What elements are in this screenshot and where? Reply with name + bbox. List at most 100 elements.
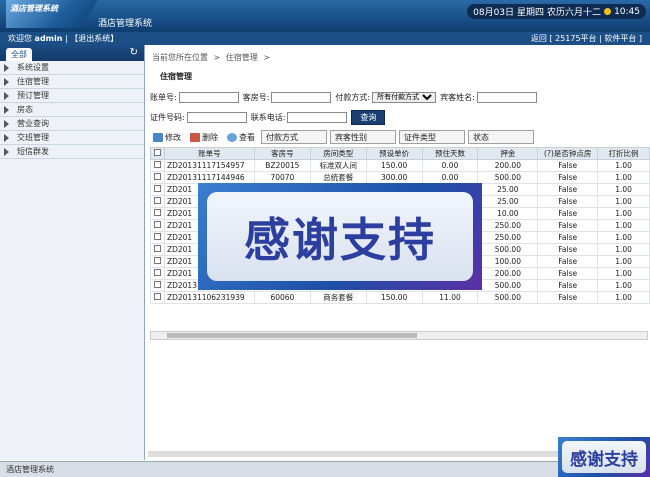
row-checkbox[interactable] xyxy=(153,281,161,288)
room-no-input[interactable] xyxy=(271,92,332,103)
filter-status[interactable]: 状态 xyxy=(468,130,534,144)
row-checkbox[interactable] xyxy=(153,293,161,300)
select-all-checkbox[interactable] xyxy=(153,149,161,156)
arrow-right-icon xyxy=(4,119,9,128)
guest-name-input[interactable] xyxy=(476,92,537,103)
clock: 08月03日 星期四 农历六月十二 10:45 xyxy=(467,4,646,19)
edit-button[interactable]: 修改 xyxy=(150,132,184,143)
delete-icon xyxy=(190,132,200,142)
table-row[interactable]: ZD20131117154957 BZ20015 标准双人间 150.00 0.00 20… xyxy=(150,159,650,172)
table-cell: 1.00 xyxy=(597,183,650,196)
col-room-no: 客房号 xyxy=(253,147,311,160)
welcome-text: 欢迎您 xyxy=(8,34,32,43)
table-cell: 250.00 xyxy=(477,219,539,232)
app-header: 酒店管理系统 酒店管理系统 08月03日 星期四 农历六月十二 10:45 xyxy=(0,0,650,32)
row-checkbox[interactable] xyxy=(153,269,161,276)
filter-payment[interactable]: 付款方式 xyxy=(261,130,327,144)
table-cell: 标准双人间 xyxy=(309,159,367,172)
table-cell: False xyxy=(537,255,599,268)
table-cell: 1.00 xyxy=(597,207,650,220)
row-checkbox-cell[interactable] xyxy=(150,291,165,304)
col-deposit: 押金 xyxy=(477,147,539,160)
col-price: 预设单价 xyxy=(365,147,423,160)
table-row[interactable]: ZD20131106231939 60060 商务套餐 150.00 11.00 500.… xyxy=(150,291,650,304)
table-cell: 1.00 xyxy=(597,159,650,172)
row-checkbox-cell[interactable] xyxy=(150,159,165,172)
table-cell: 60060 xyxy=(253,291,311,304)
table-cell: 100.00 xyxy=(477,255,539,268)
scrollbar-thumb[interactable] xyxy=(167,333,417,338)
table-cell: 25.00 xyxy=(477,195,539,208)
payment-select[interactable]: 所有付款方式 xyxy=(372,92,437,103)
table-cell: 1.00 xyxy=(597,231,650,244)
table-cell: 1.00 xyxy=(597,267,650,280)
row-checkbox-cell[interactable] xyxy=(150,231,165,244)
row-checkbox-cell[interactable] xyxy=(150,279,165,292)
sidebar-item-room-status[interactable]: 房态 xyxy=(0,103,144,117)
sidebar-item-system-settings[interactable]: 系统设置 xyxy=(0,61,144,75)
col-room-type: 房间类型 xyxy=(309,147,367,160)
col-select xyxy=(150,147,165,160)
sidebar-item-sms[interactable]: 短信群发 xyxy=(0,145,144,159)
row-checkbox[interactable] xyxy=(153,245,161,252)
logout-link[interactable]: 【退出系统】 xyxy=(70,33,118,44)
row-checkbox[interactable] xyxy=(153,185,161,192)
date: 08月03日 xyxy=(473,8,515,18)
sidebar-item-booking[interactable]: 预订管理 xyxy=(0,89,144,103)
query-button[interactable]: 查询 xyxy=(351,110,386,125)
row-checkbox[interactable] xyxy=(153,173,161,180)
filter-gender[interactable]: 宾客性别 xyxy=(330,130,396,144)
row-checkbox-cell[interactable] xyxy=(150,267,165,280)
table-cell: ZD20131117154957 xyxy=(163,159,255,172)
time: 10:45 xyxy=(614,6,640,17)
refresh-icon[interactable]: ↻ xyxy=(130,47,138,58)
row-checkbox[interactable] xyxy=(153,233,161,240)
row-checkbox-cell[interactable] xyxy=(150,183,165,196)
row-checkbox[interactable] xyxy=(153,209,161,216)
view-button[interactable]: 查看 xyxy=(224,132,258,143)
row-checkbox[interactable] xyxy=(153,221,161,228)
platform-links[interactable]: 返回 [ 25175平台 | 软件平台 ] xyxy=(531,33,642,44)
sidebar-item-lodging[interactable]: 住宿管理 xyxy=(0,75,144,89)
row-checkbox-cell[interactable] xyxy=(150,195,165,208)
arrow-right-icon xyxy=(4,91,9,100)
view-icon xyxy=(227,132,237,142)
row-checkbox-cell[interactable] xyxy=(150,243,165,256)
bill-no-input[interactable] xyxy=(178,92,239,103)
row-checkbox[interactable] xyxy=(153,197,161,204)
promo-banner: 感谢支持 xyxy=(198,183,482,290)
table-cell: False xyxy=(537,267,599,280)
sidebar-item-shift[interactable]: 交班管理 xyxy=(0,131,144,145)
row-checkbox-cell[interactable] xyxy=(150,171,165,184)
table-horizontal-scrollbar[interactable] xyxy=(150,331,648,340)
sidebar-item-business-query[interactable]: 营业查询 xyxy=(0,117,144,131)
table-row[interactable]: ZD20131117144946 70070 总统套餐 300.00 0.00 500.0… xyxy=(150,171,650,184)
row-checkbox-cell[interactable] xyxy=(150,207,165,220)
table-cell: 500.00 xyxy=(477,243,539,256)
col-days: 预住天数 xyxy=(421,147,479,160)
arrow-right-icon xyxy=(4,133,9,142)
table-cell: 1.00 xyxy=(597,171,650,184)
table-cell: False xyxy=(537,291,599,304)
row-checkbox-cell[interactable] xyxy=(150,219,165,232)
row-checkbox[interactable] xyxy=(153,257,161,264)
sidebar-tab-all[interactable]: 全部 xyxy=(6,48,32,61)
arrow-right-icon xyxy=(4,147,9,156)
table-cell: False xyxy=(537,159,599,172)
system-name: 酒店管理系统 xyxy=(98,19,153,29)
row-checkbox-cell[interactable] xyxy=(150,255,165,268)
filter-id-type[interactable]: 证件类型 xyxy=(399,130,465,144)
table-cell: 1.00 xyxy=(597,279,650,292)
phone-input[interactable] xyxy=(287,112,348,123)
search-row-1: 账单号: 客房号: 付款方式: 所有付款方式 宾客姓名: xyxy=(150,92,541,103)
row-checkbox[interactable] xyxy=(153,161,161,168)
table-cell: 商务套餐 xyxy=(309,291,367,304)
edit-icon xyxy=(153,132,163,142)
col-bill-no: 账单号 xyxy=(163,147,255,160)
table-cell: 200.00 xyxy=(477,267,539,280)
id-no-input[interactable] xyxy=(186,112,247,123)
delete-button[interactable]: 删除 xyxy=(187,132,221,143)
table-cell: 300.00 xyxy=(365,171,423,184)
table-cell: 150.00 xyxy=(365,159,423,172)
weekday: 星期四 xyxy=(517,8,545,18)
